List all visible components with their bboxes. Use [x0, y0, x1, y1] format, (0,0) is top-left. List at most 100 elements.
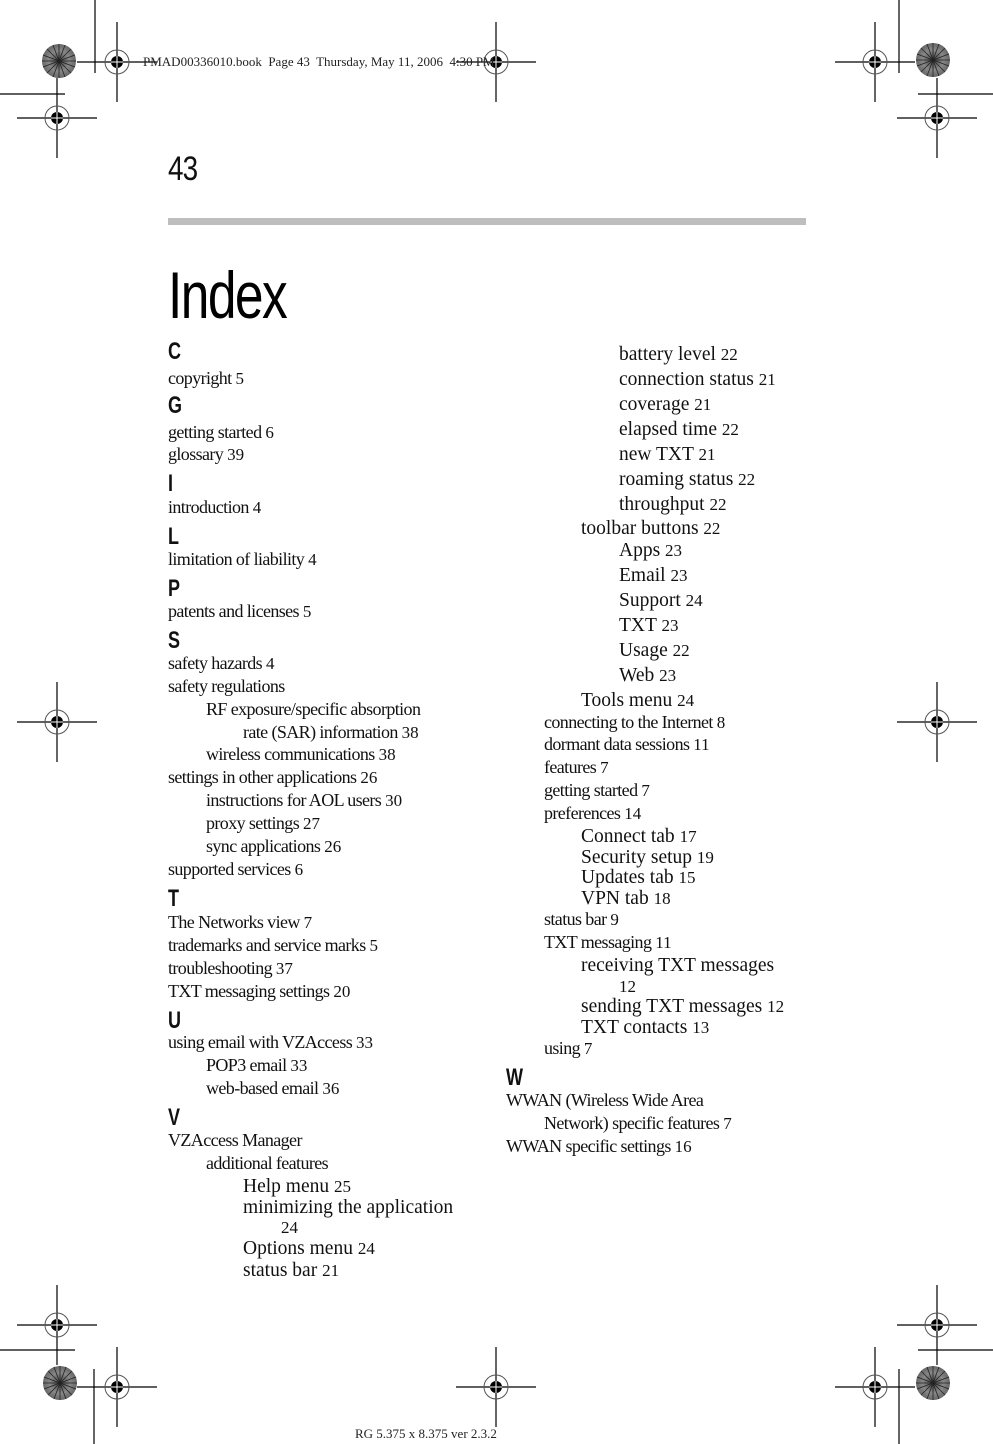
index-page-link[interactable]: 6 — [295, 860, 304, 879]
index-page-link[interactable]: 22 — [721, 345, 738, 364]
index-entry-term: WWAN specific settings — [506, 1136, 671, 1156]
index-page-link[interactable]: 16 — [675, 1137, 692, 1156]
index-entry: elapsed time 22 — [619, 419, 739, 441]
index-page-link[interactable]: 4 — [266, 654, 275, 673]
index-entry: trademarks and service marks 5 — [168, 935, 378, 956]
index-page-link[interactable]: 33 — [356, 1033, 373, 1052]
index-entry: Usage 22 — [619, 640, 690, 662]
index-page-link[interactable]: 11 — [693, 735, 709, 754]
index-entry: POP3 email 33 — [206, 1055, 307, 1076]
index-entry-term: Network) specific features — [544, 1113, 720, 1133]
index-entry: connecting to the Internet 8 — [544, 712, 725, 733]
index-entry: Tools menu 24 — [581, 690, 694, 712]
index-page-link[interactable]: 17 — [680, 827, 697, 846]
index-page-link[interactable]: 7 — [641, 781, 650, 800]
index-page-link[interactable]: 22 — [673, 641, 690, 660]
index-letter-heading: G — [168, 392, 183, 419]
index-page-link[interactable]: 23 — [659, 666, 676, 685]
index-page-link[interactable]: 24 — [358, 1239, 375, 1258]
index-page-link[interactable]: 26 — [360, 768, 377, 787]
index-entry: Updates tab 15 — [581, 867, 695, 889]
index-page-link[interactable]: 5 — [236, 369, 245, 388]
index-page-link[interactable]: 39 — [227, 445, 244, 464]
index-entry: 12 — [619, 976, 636, 998]
index-page-link[interactable]: 22 — [722, 420, 739, 439]
index-page-link[interactable]: 12 — [767, 997, 784, 1016]
index-page-link[interactable]: 38 — [402, 723, 419, 742]
index-entry: connection status 21 — [619, 369, 776, 391]
index-page-link[interactable]: 11 — [655, 933, 671, 952]
index-page-link[interactable]: 27 — [303, 814, 320, 833]
index-entry: Support 24 — [619, 590, 703, 612]
index-entry: WWAN specific settings 16 — [506, 1136, 692, 1157]
index-entry: features 7 — [544, 757, 609, 778]
index-page-link[interactable]: 21 — [694, 395, 711, 414]
index-page-link[interactable]: 13 — [692, 1018, 709, 1037]
index-letter-heading: W — [506, 1064, 523, 1091]
index-page-link[interactable]: 37 — [276, 959, 293, 978]
index-page-link[interactable]: 23 — [661, 616, 678, 635]
index-page-link[interactable]: 30 — [385, 791, 402, 810]
index-page-link[interactable]: 26 — [324, 837, 341, 856]
index-page-link[interactable]: 18 — [654, 889, 671, 908]
index-page-link[interactable]: 21 — [698, 445, 715, 464]
index-page-link[interactable]: 12 — [619, 977, 636, 996]
index-entry-term: Web — [619, 665, 655, 686]
index-page-link[interactable]: 8 — [717, 713, 726, 732]
index-page-link[interactable]: 24 — [686, 591, 703, 610]
index-page-link[interactable]: 23 — [670, 566, 687, 585]
index-page-link[interactable]: 6 — [265, 423, 274, 442]
index-entry: TXT messaging 11 — [544, 932, 672, 953]
index-entry: safety regulations — [168, 676, 285, 697]
index-letter-heading: U — [168, 1007, 182, 1034]
index-page-link[interactable]: 5 — [303, 602, 312, 621]
index-page-link[interactable]: 7 — [584, 1039, 593, 1058]
index-entry-term: status bar — [243, 1260, 318, 1281]
index-page-link[interactable]: 38 — [379, 745, 396, 764]
index-page-link[interactable]: 14 — [624, 804, 641, 823]
index-entry-term: TXT messaging settings — [168, 981, 330, 1001]
index-letter-heading: I — [168, 470, 174, 497]
page-number: 43 — [168, 150, 198, 188]
index-page-link[interactable]: 25 — [334, 1177, 351, 1196]
index-page-link[interactable]: 4 — [253, 498, 262, 517]
index-entry-term: throughput — [619, 494, 705, 515]
registration-mark-icon — [834, 21, 916, 103]
index-page-link[interactable]: 19 — [697, 848, 714, 867]
index-page-link[interactable]: 33 — [290, 1056, 307, 1075]
index-page-link[interactable]: 4 — [308, 550, 317, 569]
index-page-link[interactable]: 22 — [703, 519, 720, 538]
index-page-link[interactable]: 21 — [322, 1261, 339, 1280]
index-entry: troubleshooting 37 — [168, 958, 293, 979]
index-page-link[interactable]: 21 — [759, 370, 776, 389]
index-entry-term: using — [544, 1038, 581, 1058]
index-entry-term: using email with VZAccess — [168, 1032, 353, 1052]
index-page-link[interactable]: 7 — [304, 913, 313, 932]
index-page-link[interactable]: 23 — [665, 541, 682, 560]
index-entry-term: copyright — [168, 368, 232, 388]
index-entry-term: glossary — [168, 444, 224, 464]
index-entry: copyright 5 — [168, 368, 244, 389]
index-entry: toolbar buttons 22 — [581, 518, 720, 540]
index-entry-term: safety hazards — [168, 653, 263, 673]
index-entry-term: preferences — [544, 803, 621, 823]
index-page-link[interactable]: 15 — [678, 868, 695, 887]
index-page-link[interactable]: 20 — [333, 982, 350, 1001]
index-page-link[interactable]: 5 — [370, 936, 379, 955]
index-entry-term: Connect tab — [581, 826, 675, 847]
index-entry: patents and licenses 5 — [168, 601, 311, 622]
index-entry-term: Options menu — [243, 1238, 353, 1259]
registration-mark-icon — [16, 77, 98, 159]
index-page-link[interactable]: 22 — [738, 470, 755, 489]
index-page-link[interactable]: 7 — [600, 758, 609, 777]
index-page-link[interactable]: 36 — [322, 1079, 339, 1098]
index-entry-term: trademarks and service marks — [168, 935, 366, 955]
index-page-link[interactable]: 9 — [610, 910, 619, 929]
index-entry-term: introduction — [168, 497, 249, 517]
index-page-link[interactable]: 24 — [281, 1218, 298, 1237]
index-entry-term: VZAccess Manager — [168, 1130, 302, 1150]
index-page-link[interactable]: 22 — [709, 495, 726, 514]
index-page-link[interactable]: 7 — [723, 1114, 732, 1133]
index-page-link[interactable]: 24 — [677, 691, 694, 710]
index-entry: introduction 4 — [168, 497, 261, 518]
